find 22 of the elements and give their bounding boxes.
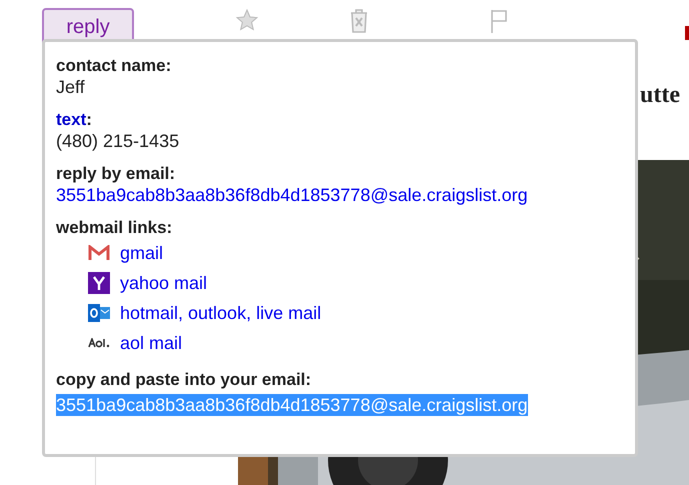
yahoo-icon (88, 272, 110, 294)
email-link[interactable]: 3551ba9cab8b3aa8b36f8db4d1853778@sale.craigslist.org (56, 184, 625, 206)
aol-logo-icon (88, 338, 110, 348)
webmail-link[interactable]: aol mail (120, 332, 182, 354)
star-icon[interactable] (235, 8, 260, 32)
field-label: copy and paste into your email: (56, 370, 312, 390)
webmail-link[interactable]: yahoo mail (120, 272, 208, 294)
flag-icon[interactable] (489, 8, 510, 34)
phone-number: (480) 215-1435 (56, 130, 180, 152)
contact-name: Jeff (56, 76, 86, 98)
email-address: 3551ba9cab8b3aa8b36f8db4d1853778@sale.craigslist.org (56, 394, 528, 416)
field-label: reply by email: (56, 164, 176, 184)
field-label: webmail links: (56, 218, 174, 238)
outlook-icon (88, 302, 110, 324)
edge-mark (685, 26, 689, 40)
webmail-link[interactable]: gmail (120, 242, 164, 264)
webmail-link[interactable]: hotmail, outlook, live mail (120, 302, 322, 324)
gmail-icon (88, 245, 110, 261)
colon: : (86, 110, 92, 129)
posting-title: utte (640, 82, 680, 109)
text-link[interactable]: text (56, 110, 86, 129)
field-label: contact name: (56, 56, 172, 76)
